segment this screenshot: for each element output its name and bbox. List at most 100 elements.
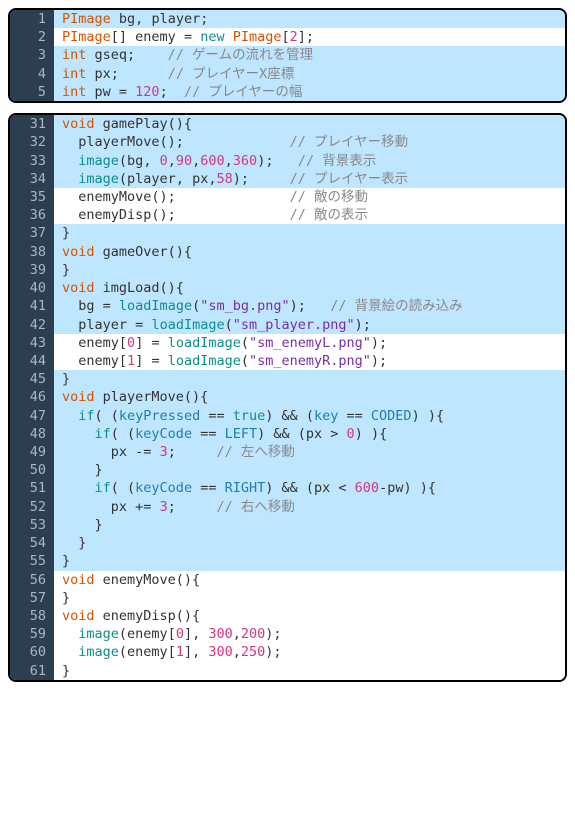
token-punct: } [62, 462, 103, 478]
code-content[interactable]: } [54, 552, 565, 570]
token-cmt: // 背景絵の読み込み [330, 298, 462, 314]
token-punct: ) ){ [412, 408, 445, 424]
code-content[interactable]: void enemyDisp(){ [54, 607, 565, 625]
token-punct: (){ [160, 280, 184, 296]
line-number: 45 [10, 370, 54, 388]
token-num: 300 [208, 644, 232, 660]
code-content[interactable]: if( (keyPressed == true) && (key == CODE… [54, 407, 565, 425]
line-number: 39 [10, 261, 54, 279]
token-cmt: // プレイヤー表示 [290, 171, 408, 187]
token-punct: ] = [135, 335, 168, 351]
token-num: 600 [355, 480, 379, 496]
code-content[interactable]: } [54, 261, 565, 279]
token-punct: , [225, 153, 233, 169]
token-punct [62, 480, 95, 496]
code-line: 43 enemy[0] = loadImage("sm_enemyL.png")… [10, 334, 565, 352]
token-num: 3 [160, 444, 168, 460]
token-punct: } [62, 225, 70, 241]
code-content[interactable]: image(enemy[0], 300,200); [54, 625, 565, 643]
code-content[interactable]: enemyMove(); // 敵の移動 [54, 188, 565, 206]
code-line: 48 if( (keyCode == LEFT) && (px > 0) ){ [10, 425, 565, 443]
token-punct: [] [111, 29, 135, 45]
token-type: void [62, 116, 95, 132]
token-punct: (){ [168, 116, 192, 132]
token-punct: ) && ( [257, 426, 306, 442]
token-fn: image [78, 626, 119, 642]
code-content[interactable]: PImage bg, player; [54, 10, 565, 28]
token-punct: ) && ( [265, 480, 314, 496]
code-content[interactable]: player = loadImage("sm_player.png"); [54, 316, 565, 334]
token-punct: ) ){ [403, 480, 436, 496]
code-content[interactable]: int pw = 120; // プレイヤーの幅 [54, 83, 565, 101]
token-punct [62, 426, 95, 442]
token-id: enemyDisp [95, 608, 176, 624]
token-str: "sm_bg.png" [200, 298, 289, 314]
code-content[interactable]: void enemyMove(){ [54, 571, 565, 589]
code-content[interactable]: } [54, 516, 565, 534]
code-content[interactable]: image(player, px,58); // プレイヤー表示 [54, 170, 565, 188]
code-block-2: 31void gamePlay(){32 playerMove(); // プレ… [8, 113, 567, 682]
code-content[interactable]: px -= 3; // 左へ移動 [54, 443, 565, 461]
token-type: void [62, 608, 95, 624]
code-line: 35 enemyMove(); // 敵の移動 [10, 188, 565, 206]
code-line: 49 px -= 3; // 左へ移動 [10, 443, 565, 461]
line-number: 38 [10, 243, 54, 261]
code-line: 51 if( (keyCode == RIGHT) && (px < 600-p… [10, 479, 565, 497]
token-id: enemyDisp [78, 207, 151, 223]
token-type: PImage [233, 29, 282, 45]
line-number: 49 [10, 443, 54, 461]
line-number: 56 [10, 571, 54, 589]
code-content[interactable]: void gameOver(){ [54, 243, 565, 261]
token-punct: == [192, 480, 225, 496]
code-content[interactable]: void playerMove(){ [54, 388, 565, 406]
code-line: 52 px += 3; // 右へ移動 [10, 498, 565, 516]
token-type: PImage [62, 29, 111, 45]
code-content[interactable]: } [54, 662, 565, 680]
token-punct: ); [290, 298, 331, 314]
code-content[interactable]: int gseq; // ゲームの流れを管理 [54, 46, 565, 64]
code-content[interactable]: int px; // プレイヤーX座標 [54, 65, 565, 83]
token-fn: image [78, 644, 119, 660]
code-content[interactable]: enemy[1] = loadImage("sm_enemyR.png"); [54, 352, 565, 370]
token-punct: ); [371, 335, 387, 351]
code-content[interactable]: if( (keyCode == LEFT) && (px > 0) ){ [54, 425, 565, 443]
token-punct: ; [160, 84, 184, 100]
code-content[interactable]: enemyDisp(); // 敵の表示 [54, 206, 565, 224]
token-num: 200 [241, 626, 265, 642]
token-punct: , [135, 11, 151, 27]
code-content[interactable]: } [54, 461, 565, 479]
code-content[interactable]: void imgLoad(){ [54, 279, 565, 297]
code-line: 50 } [10, 461, 565, 479]
code-content[interactable]: image(enemy[1], 300,250); [54, 643, 565, 661]
token-punct: ; [200, 11, 208, 27]
code-content[interactable]: bg = loadImage("sm_bg.png"); // 背景絵の読み込み [54, 297, 565, 315]
code-content[interactable]: playerMove(); // プレイヤー移動 [54, 133, 565, 151]
token-num: 0 [176, 626, 184, 642]
token-id: player [127, 171, 176, 187]
line-number: 37 [10, 224, 54, 242]
code-content[interactable]: } [54, 370, 565, 388]
code-content[interactable]: px += 3; // 右へ移動 [54, 498, 565, 516]
token-punct: ( [119, 644, 127, 660]
code-content[interactable]: image(bg, 0,90,600,360); // 背景表示 [54, 152, 565, 170]
code-line: 3int gseq; // ゲームの流れを管理 [10, 46, 565, 64]
code-content[interactable]: } [54, 589, 565, 607]
token-fn: image [78, 153, 119, 169]
code-content[interactable]: enemy[0] = loadImage("sm_enemyL.png"); [54, 334, 565, 352]
token-num: 250 [241, 644, 265, 660]
code-content[interactable]: PImage[] enemy = new PImage[2]; [54, 28, 565, 46]
token-punct: } [62, 663, 70, 679]
token-const: RIGHT [225, 480, 266, 496]
token-punct: (){ [184, 389, 208, 405]
code-line: 59 image(enemy[0], 300,200); [10, 625, 565, 643]
code-content[interactable]: } [54, 534, 565, 552]
code-line: 42 player = loadImage("sm_player.png"); [10, 316, 565, 334]
code-line: 5int pw = 120; // プレイヤーの幅 [10, 83, 565, 101]
code-content[interactable]: if( (keyCode == RIGHT) && (px < 600-pw) … [54, 479, 565, 497]
token-num: 0 [347, 426, 355, 442]
line-number: 35 [10, 188, 54, 206]
token-punct: ( ( [111, 480, 135, 496]
code-content[interactable]: } [54, 224, 565, 242]
code-content[interactable]: void gamePlay(){ [54, 115, 565, 133]
line-number: 53 [10, 516, 54, 534]
